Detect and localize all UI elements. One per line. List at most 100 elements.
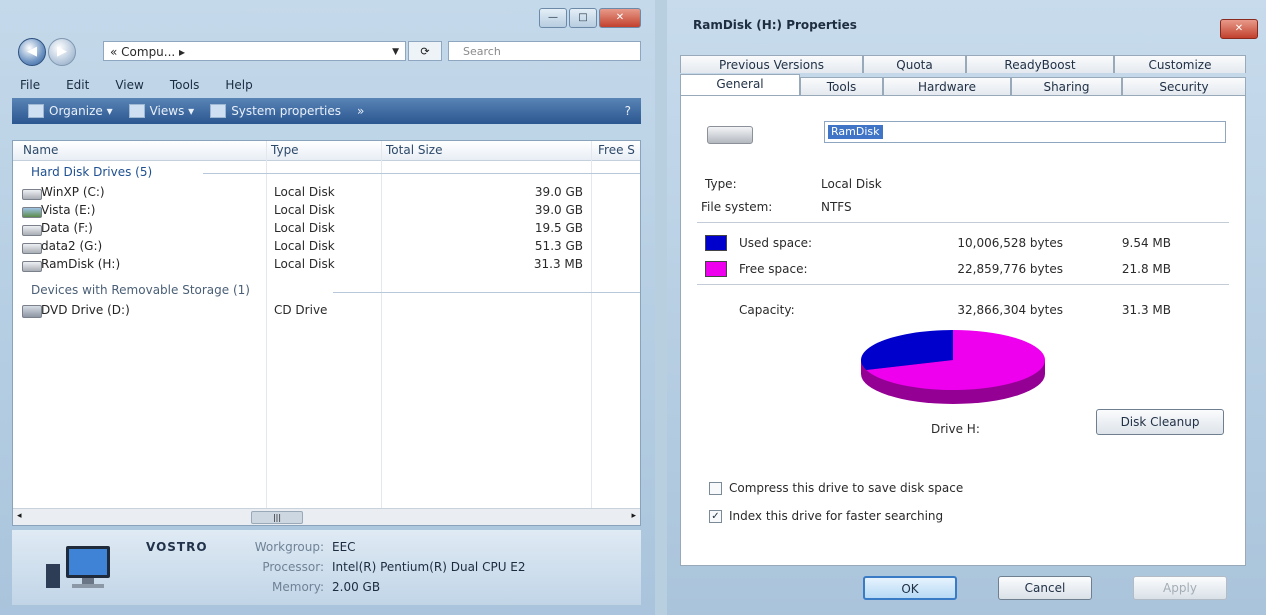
group-header-hard-disks[interactable]: Hard Disk Drives (5) xyxy=(31,165,152,179)
command-toolbar: Organize ▾ Views ▾ System properties » ? xyxy=(12,98,641,124)
drive-size: 39.0 GB xyxy=(534,203,583,217)
free-space-swatch xyxy=(705,261,727,277)
tab-hardware[interactable]: Hardware xyxy=(883,77,1011,95)
capacity-label: Capacity: xyxy=(739,303,795,317)
table-row[interactable]: DVD Drive (D:) CD Drive xyxy=(13,303,640,319)
disk-cleanup-button[interactable]: Disk Cleanup xyxy=(1096,409,1224,435)
properties-dialog: RamDisk (H:) Properties ✕ Previous Versi… xyxy=(667,0,1266,615)
drive-name: WinXP (C:) xyxy=(41,185,105,199)
scroll-thumb[interactable]: ||| xyxy=(251,511,303,524)
column-type[interactable]: Type xyxy=(271,143,299,157)
used-space-bytes: 10,006,528 bytes xyxy=(957,236,1063,250)
address-row: ◀ ▶ « Compu... ▸ ▼ ⟳ Search xyxy=(8,38,641,66)
column-header-row: Name Type Total Size Free S xyxy=(13,141,640,161)
group-header-removable[interactable]: Devices with Removable Storage (1) xyxy=(31,283,250,297)
tab-previous-versions[interactable]: Previous Versions xyxy=(680,55,863,73)
more-commands-button[interactable]: » xyxy=(357,104,364,118)
volume-label-input[interactable]: RamDisk xyxy=(824,121,1226,143)
table-row[interactable]: WinXP (C:) Local Disk 39.0 GB xyxy=(13,185,640,201)
scroll-left-icon[interactable]: ◂ xyxy=(17,511,22,521)
capacity-bytes: 32,866,304 bytes xyxy=(957,303,1063,317)
organize-button[interactable]: Organize ▾ xyxy=(28,104,113,118)
hard-disk-icon xyxy=(22,225,42,236)
menu-edit[interactable]: Edit xyxy=(66,78,89,92)
file-list: Name Type Total Size Free S Hard Disk Dr… xyxy=(12,140,641,526)
menu-view[interactable]: View xyxy=(115,78,143,92)
help-icon[interactable]: ? xyxy=(625,104,631,118)
tab-customize[interactable]: Customize xyxy=(1114,55,1246,73)
drive-size: 39.0 GB xyxy=(534,185,583,199)
general-tab-panel: RamDisk Type: Local Disk File system: NT… xyxy=(680,95,1246,566)
file-system-label: File system: xyxy=(701,200,773,214)
tab-security[interactable]: Security xyxy=(1122,77,1246,95)
menu-help[interactable]: Help xyxy=(225,78,252,92)
dvd-drive-icon xyxy=(22,305,42,318)
views-button[interactable]: Views ▾ xyxy=(128,104,195,118)
forward-button[interactable]: ▶ xyxy=(48,38,76,66)
drive-name: Data (F:) xyxy=(41,221,93,235)
tab-tools[interactable]: Tools xyxy=(800,77,883,95)
close-button[interactable]: ✕ xyxy=(599,8,641,28)
ok-button[interactable]: OK xyxy=(863,576,957,600)
table-row[interactable]: RamDisk (H:) Local Disk 31.3 MB xyxy=(13,257,640,273)
capacity-size: 31.3 MB xyxy=(1121,303,1171,317)
close-button[interactable]: ✕ xyxy=(1220,19,1258,39)
window-controls: — □ ✕ xyxy=(539,8,641,28)
compress-label[interactable]: Compress this drive to save disk space xyxy=(729,481,963,495)
index-label[interactable]: Index this drive for faster searching xyxy=(729,509,943,523)
maximize-button[interactable]: □ xyxy=(569,8,597,28)
divider xyxy=(697,284,1229,285)
table-row[interactable]: Vista (E:) Local Disk 39.0 GB xyxy=(13,203,640,219)
compress-checkbox[interactable] xyxy=(709,482,722,495)
tab-readyboost[interactable]: ReadyBoost xyxy=(966,55,1114,73)
column-name[interactable]: Name xyxy=(23,143,58,157)
tab-quota[interactable]: Quota xyxy=(863,55,966,73)
views-label: Views ▾ xyxy=(149,104,195,118)
table-row[interactable]: Data (F:) Local Disk 19.5 GB xyxy=(13,221,640,237)
drive-type: Local Disk xyxy=(274,239,335,253)
index-checkbox[interactable]: ✓ xyxy=(709,510,722,523)
drive-type: Local Disk xyxy=(274,257,335,271)
memory-value: 2.00 GB xyxy=(332,580,381,594)
computer-name: VOSTRO xyxy=(146,540,208,554)
divider xyxy=(697,222,1229,223)
chevron-down-icon[interactable]: ▼ xyxy=(392,42,399,62)
refresh-button[interactable]: ⟳ xyxy=(408,41,442,61)
disk-usage-pie xyxy=(861,330,1045,404)
processor-value: Intel(R) Pentium(R) Dual CPU E2 xyxy=(332,560,526,574)
address-bar[interactable]: « Compu... ▸ ▼ xyxy=(103,41,406,61)
drive-size: 31.3 MB xyxy=(533,257,583,271)
minimize-button[interactable]: — xyxy=(539,8,567,28)
drive-name: Vista (E:) xyxy=(41,203,96,217)
tab-sharing[interactable]: Sharing xyxy=(1011,77,1122,95)
menu-tools[interactable]: Tools xyxy=(170,78,200,92)
group-divider xyxy=(203,173,640,174)
scroll-right-icon[interactable]: ▸ xyxy=(631,511,636,521)
drive-icon xyxy=(707,126,753,144)
drive-size: 19.5 GB xyxy=(534,221,583,235)
drive-type: Local Disk xyxy=(274,221,335,235)
details-pane: VOSTRO Workgroup: EEC Processor: Intel(R… xyxy=(12,530,641,605)
back-button[interactable]: ◀ xyxy=(18,38,46,66)
used-space-label: Used space: xyxy=(739,236,813,250)
system-properties-button[interactable]: System properties xyxy=(210,104,341,118)
menu-file[interactable]: File xyxy=(20,78,40,92)
volume-label-text: RamDisk xyxy=(828,125,883,139)
hard-disk-icon xyxy=(22,243,42,254)
computer-icon xyxy=(46,546,110,588)
drive-name: DVD Drive (D:) xyxy=(41,303,130,317)
table-row[interactable]: data2 (G:) Local Disk 51.3 GB xyxy=(13,239,640,255)
search-input[interactable]: Search xyxy=(448,41,641,61)
views-icon xyxy=(128,104,145,118)
apply-button[interactable]: Apply xyxy=(1133,576,1227,600)
horizontal-scrollbar[interactable]: ◂ ||| ▸ xyxy=(13,508,640,525)
column-free-space[interactable]: Free S xyxy=(598,143,635,157)
column-total-size[interactable]: Total Size xyxy=(386,143,442,157)
cancel-button[interactable]: Cancel xyxy=(998,576,1092,600)
free-space-label: Free space: xyxy=(739,262,808,276)
type-value: Local Disk xyxy=(821,177,882,191)
organize-icon xyxy=(28,104,44,118)
drive-size: 51.3 GB xyxy=(534,239,583,253)
tab-general[interactable]: General xyxy=(680,74,800,95)
drive-type: Local Disk xyxy=(274,185,335,199)
